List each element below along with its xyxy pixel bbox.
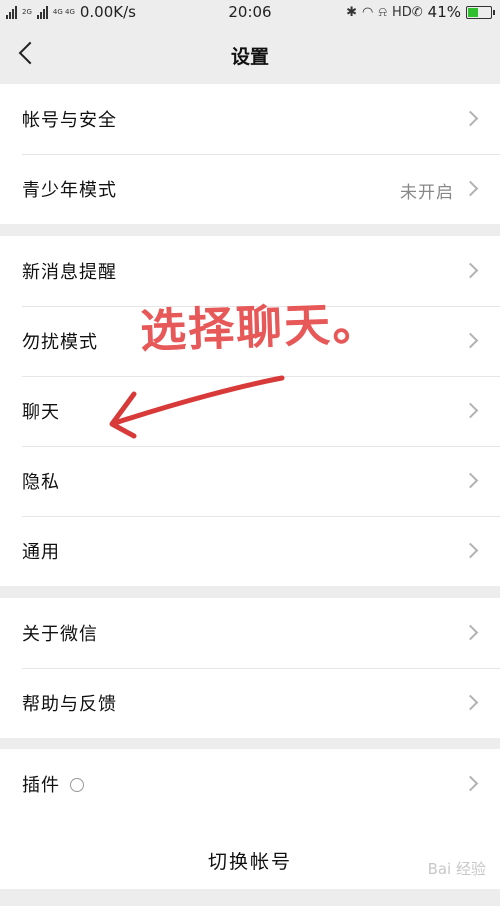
settings-item-label: 插件 (22, 775, 60, 796)
annotation-arrow-icon (109, 375, 285, 439)
battery-percent: 41% (427, 3, 461, 21)
chevron-right-icon (462, 180, 479, 197)
chevron-right-icon (462, 262, 479, 279)
settings-item-plugins[interactable]: 插件 (0, 749, 500, 819)
chevron-right-icon (462, 110, 479, 127)
settings-item-label: 帐号与安全 (22, 110, 117, 131)
nav-bar: 设置 (0, 26, 500, 84)
headset-icon: ◠ (362, 4, 374, 20)
chevron-right-icon (462, 694, 479, 711)
chevron-right-icon (462, 332, 479, 349)
annotation-text: 选择聊天。 (139, 295, 381, 359)
settings-item-label: 关于微信 (22, 624, 98, 645)
settings-group-about: 关于微信 帮助与反馈 (0, 598, 500, 738)
bluetooth-icon: ✱ (346, 4, 357, 20)
settings-item-youth-mode[interactable]: 青少年模式 未开启 (0, 154, 500, 224)
settings-item-label: 隐私 (22, 472, 60, 493)
chevron-right-icon (462, 402, 479, 419)
settings-item-value: 未开启 (400, 183, 454, 203)
page-title: 设置 (230, 46, 269, 68)
settings-item-label: 通用 (22, 542, 60, 563)
plugin-icon (70, 778, 84, 792)
hd-call-icon: HD✆ (391, 4, 423, 20)
mute-bell-icon: ⍾ (378, 4, 387, 20)
watermark: Bai 经验 (427, 860, 486, 878)
switch-account-button[interactable]: 切换帐号 (0, 818, 500, 889)
settings-item-general[interactable]: 通用 (0, 516, 500, 586)
status-bar: 2G 4G 4G 0.00K/s 20:06 ✱ ◠ ⍾ HD✆ 41% (0, 0, 500, 26)
battery-fill (468, 7, 478, 17)
chevron-right-icon (462, 624, 479, 641)
settings-item-account-security[interactable]: 帐号与安全 (0, 84, 500, 154)
settings-group-plugins: 插件 (0, 749, 500, 819)
settings-item-label: 勿扰模式 (22, 332, 98, 353)
chevron-right-icon (462, 775, 479, 792)
settings-item-label: 帮助与反馈 (22, 694, 117, 715)
settings-item-help-feedback[interactable]: 帮助与反馈 (0, 668, 500, 738)
settings-item-label: 聊天 (22, 402, 60, 423)
chevron-right-icon (462, 472, 479, 489)
chevron-right-icon (462, 542, 479, 559)
settings-group-account: 帐号与安全 青少年模式 未开启 (0, 84, 500, 224)
settings-item-label: 青少年模式 (22, 180, 117, 201)
settings-item-label: 新消息提醒 (22, 262, 117, 283)
battery-icon (466, 5, 495, 19)
status-right: ✱ ◠ ⍾ HD✆ 41% (346, 3, 495, 21)
settings-item-about-wechat[interactable]: 关于微信 (0, 598, 500, 668)
settings-item-privacy[interactable]: 隐私 (0, 446, 500, 516)
